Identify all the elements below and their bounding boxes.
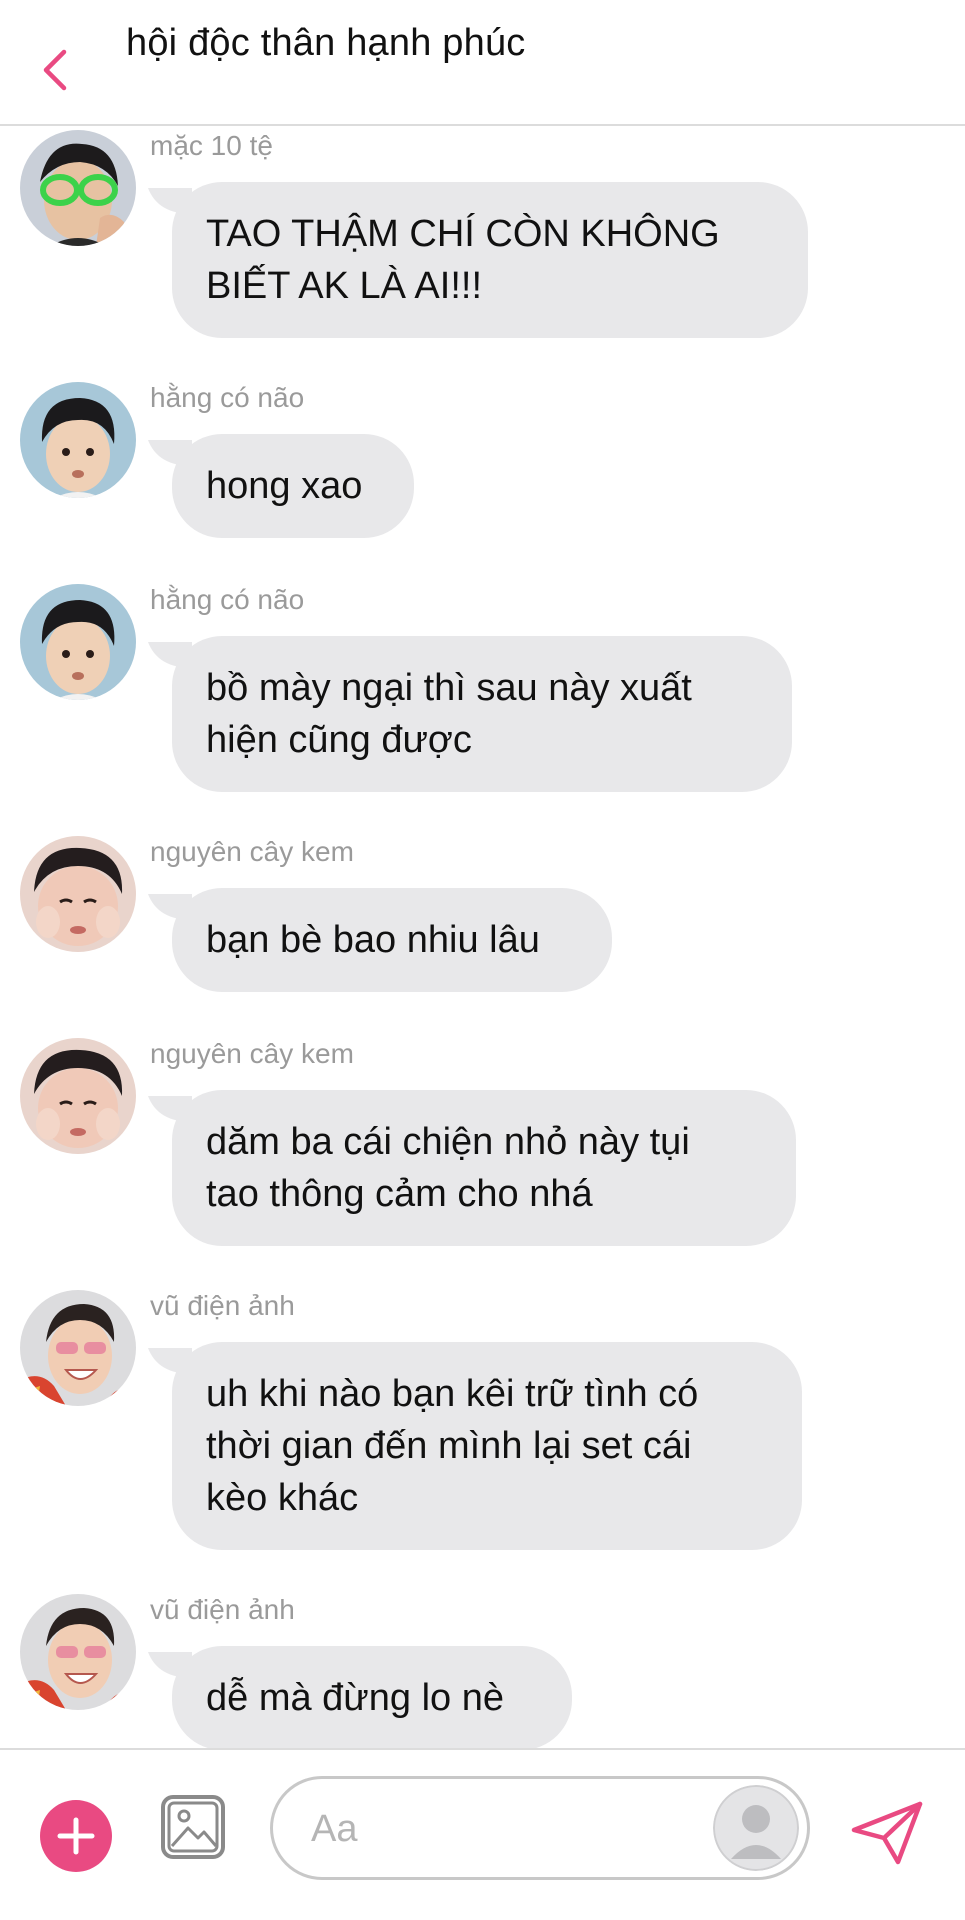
profile-icon bbox=[713, 1785, 799, 1871]
message-bubble[interactable]: bồ mày ngại thì sau này xuất hiện cũng đ… bbox=[172, 636, 792, 792]
chat-screen: hội độc thân hạnh phúc mặc 10 tệ TAO THẬ… bbox=[0, 0, 965, 1920]
sender-name: hằng có não bbox=[150, 584, 305, 615]
message-bubble[interactable]: dễ mà đừng lo nè bbox=[172, 1646, 572, 1750]
sender-name: mặc 10 tệ bbox=[150, 130, 273, 161]
message-input[interactable] bbox=[309, 1799, 693, 1859]
back-button[interactable] bbox=[36, 44, 76, 96]
add-button[interactable] bbox=[40, 1800, 112, 1872]
sender-name: nguyên cây kem bbox=[150, 836, 354, 867]
message-bubble[interactable]: bạn bè bao nhiu lâu bbox=[172, 888, 612, 992]
message-text-line: tao thông cảm cho nhá bbox=[206, 1173, 593, 1215]
sender-name: nguyên cây kem bbox=[150, 1038, 354, 1069]
message-text-line: dăm ba cái chiện nhỏ này tụi bbox=[206, 1121, 690, 1163]
message-text-line: thời gian đến mình lại set cái bbox=[206, 1425, 692, 1467]
chat-title: hội độc thân hạnh phúc bbox=[126, 22, 526, 64]
message-bubble[interactable]: dăm ba cái chiện nhỏ này tụi tao thông c… bbox=[172, 1090, 796, 1246]
chevron-left-icon bbox=[43, 49, 67, 91]
message-text-line: dễ mà đừng lo nè bbox=[206, 1677, 504, 1719]
send-button[interactable] bbox=[848, 1796, 926, 1868]
message-text-line: bạn bè bao nhiu lâu bbox=[206, 919, 540, 961]
avatar[interactable] bbox=[20, 130, 136, 246]
avatar[interactable] bbox=[20, 1290, 136, 1406]
plus-icon bbox=[57, 1817, 95, 1855]
message-text-line: hiện cũng được bbox=[206, 719, 472, 761]
avatar[interactable] bbox=[20, 1594, 136, 1710]
avatar[interactable] bbox=[20, 836, 136, 952]
sender-name: vũ điện ảnh bbox=[150, 1290, 295, 1321]
sender-name: vũ điện ảnh bbox=[150, 1594, 295, 1625]
send-icon bbox=[851, 1801, 923, 1865]
avatar[interactable] bbox=[20, 1038, 136, 1154]
message-bubble[interactable]: TAO THẬM CHÍ CÒN KHÔNG BIẾT AK LÀ AI!!! bbox=[172, 182, 808, 338]
message-input-container bbox=[270, 1776, 810, 1880]
chat-header: hội độc thân hạnh phúc bbox=[0, 0, 965, 126]
sticker-button[interactable] bbox=[713, 1785, 799, 1871]
avatar[interactable] bbox=[20, 382, 136, 498]
image-button[interactable] bbox=[160, 1794, 226, 1860]
composer-bar bbox=[0, 1748, 965, 1920]
sender-name: hằng có não bbox=[150, 382, 305, 413]
image-icon bbox=[161, 1795, 225, 1859]
message-bubble[interactable]: hong xao bbox=[172, 434, 414, 538]
message-text-line: BIẾT AK LÀ AI!!! bbox=[206, 265, 483, 307]
message-text-line: bồ mày ngại thì sau này xuất bbox=[206, 667, 692, 709]
message-text-line: kèo khác bbox=[206, 1477, 359, 1519]
message-text-line: hong xao bbox=[206, 465, 363, 507]
message-text-line: uh khi nào bạn kêi trữ tình có bbox=[206, 1373, 699, 1415]
avatar[interactable] bbox=[20, 584, 136, 700]
message-bubble[interactable]: uh khi nào bạn kêi trữ tình có thời gian… bbox=[172, 1342, 802, 1550]
message-text-line: TAO THẬM CHÍ CÒN KHÔNG bbox=[206, 213, 720, 255]
